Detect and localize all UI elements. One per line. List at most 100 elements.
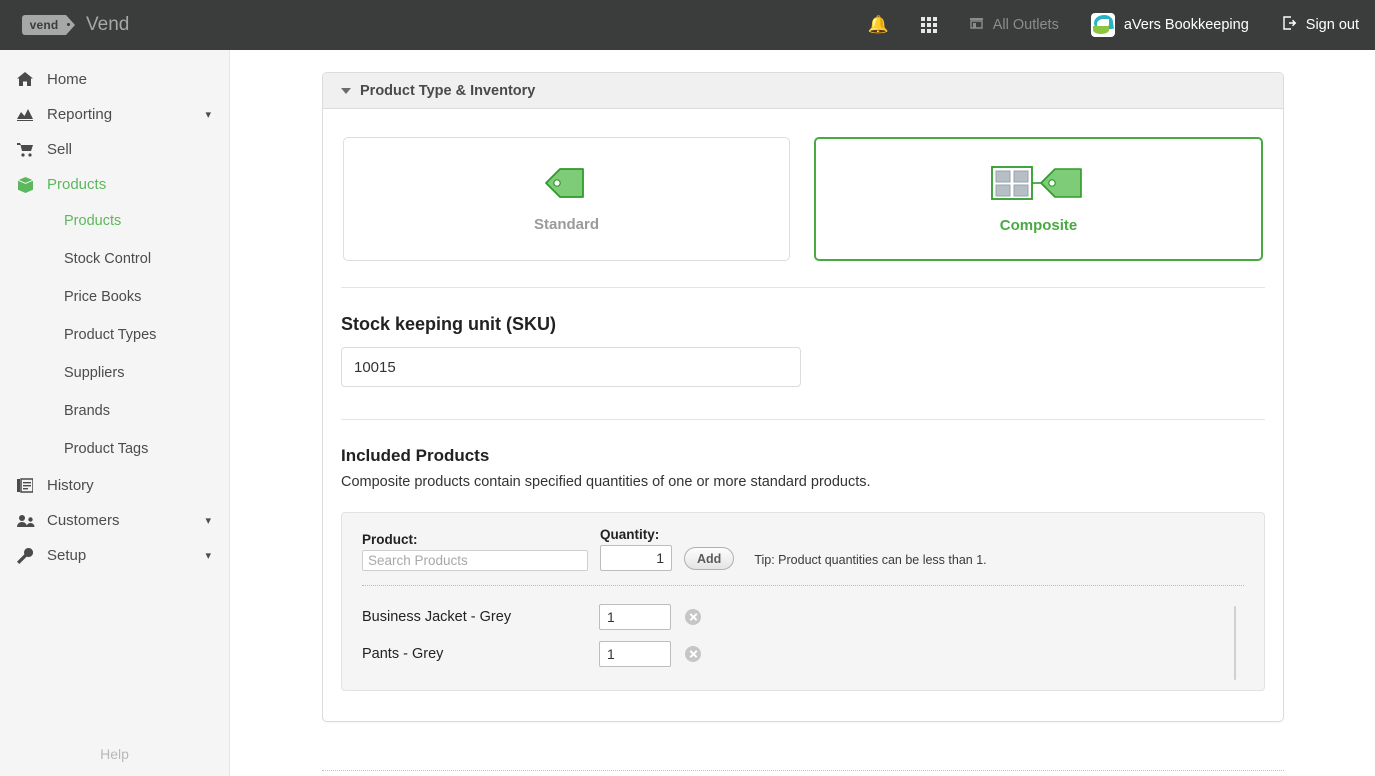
sidebar-subitem-label: Suppliers — [64, 365, 125, 381]
add-button[interactable]: Add — [684, 547, 735, 570]
sidebar-item-home[interactable]: Home — [0, 62, 229, 97]
remove-circle-icon[interactable] — [685, 608, 701, 625]
apps-grid-icon — [920, 17, 937, 33]
included-products-list: Business Jacket - Grey Pants - Grey — [362, 586, 1244, 680]
sku-field-group: Stock keeping unit (SKU) — [341, 288, 1265, 387]
top-navigation-bar: vend Vend 🔔 All Outlets aVers Bookkeepin… — [0, 0, 1375, 50]
product-field-group: Product: — [362, 532, 588, 571]
product-type-option-composite[interactable]: Composite — [814, 137, 1263, 261]
vend-logo-icon: vend — [22, 15, 75, 35]
sidebar-item-customers[interactable]: Customers ▾ — [0, 503, 229, 538]
sidebar-subitem-product-tags[interactable]: Product Tags — [0, 430, 229, 468]
top-bar-actions: 🔔 All Outlets aVers Bookkeeping Sign out — [852, 0, 1375, 50]
table-row: Pants - Grey — [362, 635, 1244, 672]
add-product-form: Product: Quantity: Add Tip: Product quan… — [362, 527, 1244, 571]
chevron-down-icon[interactable]: ▾ — [205, 549, 211, 562]
quantity-tip: Tip: Product quantities can be less than… — [754, 553, 987, 567]
product-label: Product: — [362, 532, 418, 547]
sidebar-item-reporting[interactable]: Reporting ▾ — [0, 97, 229, 132]
row-quantity-input[interactable] — [599, 640, 671, 667]
sidebar-item-label: Reporting — [47, 106, 113, 123]
sidebar-subitem-label: Product Tags — [64, 441, 149, 457]
product-type-label: Composite — [999, 217, 1078, 234]
row-quantity-input[interactable] — [599, 603, 671, 630]
cart-icon — [17, 142, 47, 157]
tag-icon — [543, 165, 591, 204]
wrench-icon — [17, 547, 47, 564]
product-name: Pants - Grey — [362, 645, 444, 662]
sign-out-button[interactable]: Sign out — [1265, 0, 1375, 50]
sidebar-item-setup[interactable]: Setup ▾ — [0, 538, 229, 573]
search-products-input[interactable] — [362, 550, 588, 571]
vend-logo-text: vend — [29, 18, 59, 32]
account-menu[interactable]: aVers Bookkeeping — [1075, 0, 1265, 50]
sidebar-item-sell[interactable]: Sell — [0, 132, 229, 167]
avers-logo-icon — [1090, 13, 1115, 37]
sidebar-subitem-product-types[interactable]: Product Types — [0, 316, 229, 354]
sidebar-subitem-label: Products — [64, 213, 122, 229]
book-icon — [17, 478, 47, 493]
quantity-label: Quantity: — [600, 527, 660, 542]
home-icon — [17, 72, 47, 87]
sidebar: Home Reporting ▾ Sell Products Products … — [0, 50, 230, 776]
included-products-heading: Included Products — [341, 446, 490, 465]
outlet-selector[interactable]: All Outlets — [953, 0, 1075, 50]
store-icon — [969, 16, 984, 34]
brand-name: Vend — [86, 14, 130, 35]
caret-down-icon[interactable] — [341, 87, 351, 94]
sidebar-subitem-label: Brands — [64, 403, 110, 419]
included-products-description: Composite products contain specified qua… — [341, 474, 871, 490]
panel-body: Standard Composite Stock keeping unit (S… — [323, 109, 1283, 721]
sidebar-item-label: Setup — [47, 547, 87, 564]
composite-tag-icon — [990, 164, 1087, 205]
sidebar-item-history[interactable]: History — [0, 468, 229, 503]
product-type-label: Standard — [533, 216, 599, 233]
sidebar-subitem-label: Stock Control — [64, 251, 152, 267]
quantity-input[interactable] — [600, 545, 672, 571]
sidebar-item-label: Customers — [47, 512, 120, 529]
sidebar-item-products[interactable]: Products — [0, 167, 229, 202]
table-row: Business Jacket - Grey — [362, 598, 1244, 635]
sidebar-item-label: History — [47, 477, 94, 494]
account-label: aVers Bookkeeping — [1123, 17, 1249, 33]
outlet-label: All Outlets — [992, 17, 1059, 33]
sidebar-item-label: Home — [47, 71, 88, 88]
apps-button[interactable] — [905, 0, 953, 50]
chevron-down-icon[interactable]: ▾ — [205, 514, 211, 527]
sidebar-subitem-products[interactable]: Products — [0, 202, 229, 240]
help-link[interactable]: Help — [0, 746, 229, 762]
main-content: Product Type & Inventory Standard Compos… — [230, 50, 1375, 776]
brand-logo-group[interactable]: vend Vend — [22, 14, 129, 36]
sidebar-subitem-suppliers[interactable]: Suppliers — [0, 354, 229, 392]
notifications-button[interactable]: 🔔 — [852, 0, 905, 50]
product-type-selector: Standard Composite — [341, 137, 1265, 261]
sidebar-item-label: Sell — [47, 141, 73, 158]
chevron-down-icon[interactable]: ▾ — [205, 108, 211, 121]
page-bottom-divider — [322, 770, 1284, 771]
product-type-inventory-panel: Product Type & Inventory Standard Compos… — [322, 72, 1284, 722]
sku-label: Stock keeping unit (SKU) — [341, 314, 557, 334]
box-icon — [17, 176, 47, 193]
remove-circle-icon[interactable] — [685, 645, 701, 662]
vend-logo-hole — [67, 23, 70, 26]
sku-input[interactable] — [341, 347, 801, 387]
panel-header[interactable]: Product Type & Inventory — [323, 73, 1283, 109]
bell-icon: 🔔 — [867, 15, 889, 34]
sign-out-icon — [1281, 15, 1297, 35]
included-products-box: Product: Quantity: Add Tip: Product quan… — [341, 512, 1265, 691]
panel-title: Product Type & Inventory — [360, 82, 536, 99]
sidebar-subitem-brands[interactable]: Brands — [0, 392, 229, 430]
list-scrollbar[interactable] — [1234, 606, 1236, 680]
sidebar-subitem-label: Price Books — [64, 289, 142, 305]
sidebar-subitem-price-books[interactable]: Price Books — [0, 278, 229, 316]
sign-out-label: Sign out — [1305, 17, 1359, 33]
product-type-option-standard[interactable]: Standard — [343, 137, 790, 261]
included-products-section: Included Products Composite products con… — [341, 420, 1265, 691]
quantity-field-group: Quantity: — [600, 527, 672, 571]
sidebar-subitem-stock-control[interactable]: Stock Control — [0, 240, 229, 278]
sidebar-subitem-label: Product Types — [64, 327, 157, 343]
sidebar-item-label: Products — [47, 176, 107, 193]
people-icon — [17, 514, 47, 527]
chart-icon — [17, 108, 47, 121]
product-name: Business Jacket - Grey — [362, 608, 512, 625]
